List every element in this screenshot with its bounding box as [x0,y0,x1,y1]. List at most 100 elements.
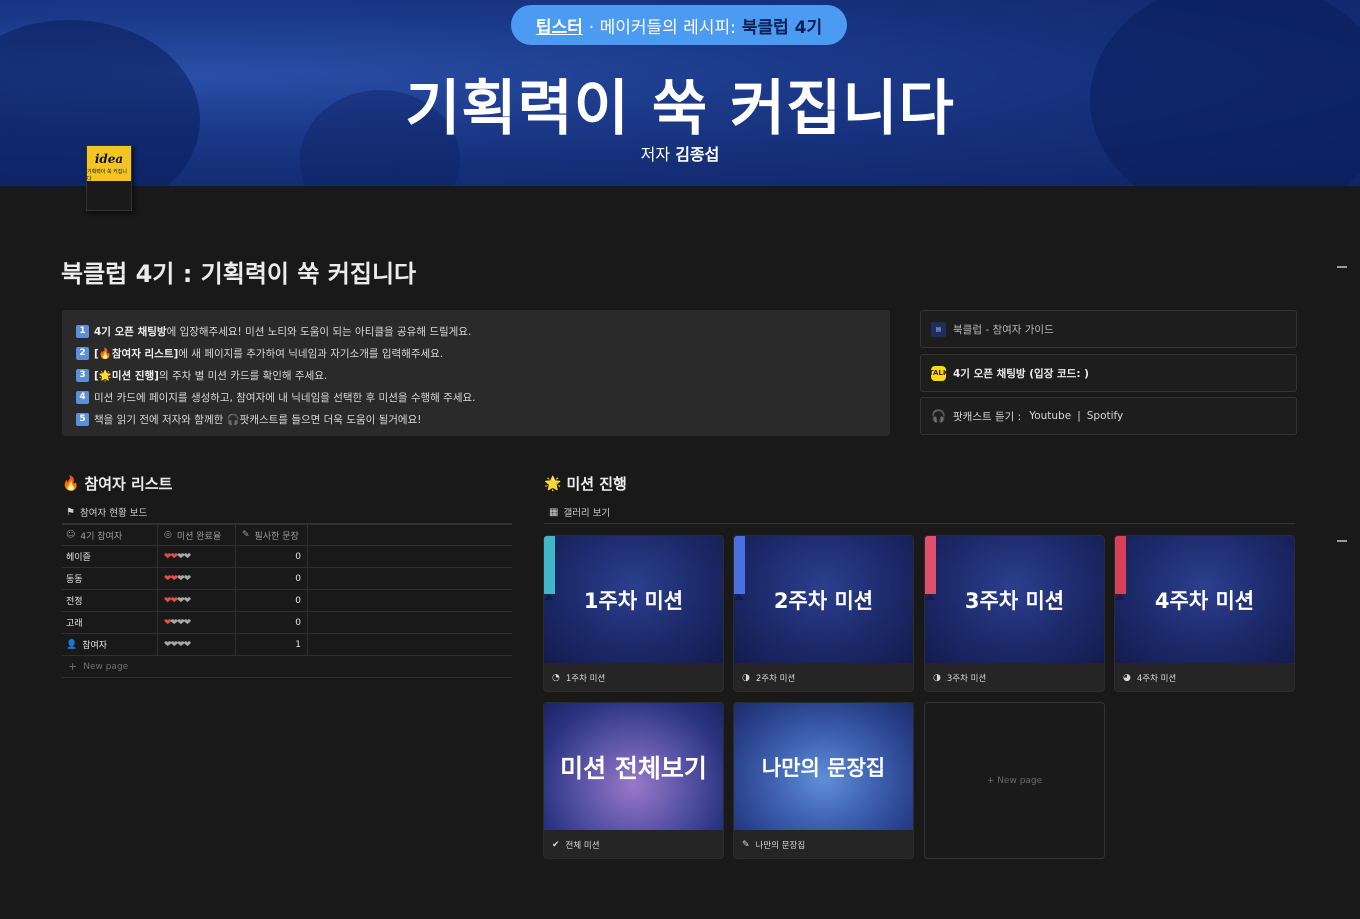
podcast-row: 🎧 팟캐스트 듣기 : Youtube | Spotify [920,397,1297,435]
new-page-card[interactable]: + New page [924,702,1105,859]
youtube-link[interactable]: Youtube [1029,410,1071,422]
card-cover: 나만의 문장집 [734,703,913,830]
star-icon: 🌟 [544,475,562,492]
table-row[interactable]: 동동 ❤❤ ❤❤ 0 [62,568,512,590]
mission-card-all[interactable]: 미션 전체보기 ✔ 전체 미션 [543,702,724,859]
sentence-count: 0 [236,590,308,611]
table-row[interactable]: 고래 ❤ ❤❤❤ 0 [62,612,512,634]
guide-link[interactable]: ▤ 북클럽 - 참여자 가이드 [920,310,1297,348]
table-row[interactable]: 전정 ❤❤ ❤❤ 0 [62,590,512,612]
author-label: 저자 [640,145,671,164]
card-cover: 3주차 미션 [925,536,1104,663]
outline-toggle-icon-2[interactable] [1337,540,1347,542]
tipster-logo-icon: ▤ [931,321,946,337]
card-cover: 2주차 미션 [734,536,913,663]
instruction-text: 에 입장해주세요! 미션 노티와 도움이 되는 아티클을 공유해 드릴게요. [166,325,472,338]
instruction-text: 책을 읽기 전에 저자와 함께한 🎧팟캐스트를 들으면 더욱 도움이 될거에요! [94,413,422,426]
missions-view-label: 갤러리 보기 [563,508,611,519]
instruction-text: 의 주차 별 미션 카드를 확인해 주세요. [158,369,328,382]
kakaotalk-icon: TALK [929,365,948,381]
participants-view-tab[interactable]: ⚑ 참여자 현황 보드 [66,505,148,520]
participant-name[interactable]: 고래 [62,612,158,633]
new-page-text: New page [997,775,1043,786]
participants-view-label: 참여자 현황 보드 [79,508,148,519]
sentence-count: 0 [236,568,308,589]
open-chat-label: 4기 오픈 채팅방 (입장 코드: ) [953,367,1089,380]
table-row[interactable]: 👤 참여자 ❤❤❤❤ 1 [62,634,512,656]
check-circle-icon: ✔ [552,840,560,850]
column-header-label: 미션 완료율 [176,531,222,542]
bookmark-ribbon-icon [544,536,555,600]
instruction-bold[interactable]: [🌟미션 진행] [94,368,159,383]
card-caption-label: 1주차 미션 [565,674,606,684]
instructions-callout: 1 4기 오픈 채팅방 에 입장해주세요! 미션 노티와 도움이 되는 아티클을… [62,310,890,436]
page-icon-book-cover[interactable]: idea 기획력이 쑥 커집니다 [86,145,132,211]
participants-table: ☺ 4기 참여자 ◎ 미션 완료율 ✎ 필사한 문장 헤이즐 ❤❤ ❤❤ 0 동동 ❤❤… [62,524,512,678]
card-caption: ◔ 1주차 미션 [544,663,723,691]
participants-heading-text: 참여자 리스트 [84,475,173,493]
instruction-text: 미션 카드에 페이지를 생성하고, 참여자에 내 닉네임을 선택한 후 미션을 … [94,391,476,404]
column-header-completion[interactable]: ◎ 미션 완료율 [158,525,236,545]
series-label: · 메이커들의 레시피: [588,17,736,38]
bookmark-ribbon-icon [925,536,936,600]
cover-banner: 팁스터 · 메이커들의 레시피: 북클럽 4기 기획력이 쑥 커집니다 저자 김… [0,0,1360,186]
column-header-label: 필사한 문장 [254,531,299,542]
instruction-item: 3 [🌟미션 진행] 의 주차 별 미션 카드를 확인해 주세요. [76,364,876,386]
flag-icon: ⚑ [66,506,75,518]
table-row[interactable]: 헤이즐 ❤❤ ❤❤ 0 [62,546,512,568]
heart-empty-icon: ❤❤ [177,595,191,606]
bookmark-ribbon-icon [734,536,745,600]
instruction-bold[interactable]: 4기 오픈 채팅방 [94,324,167,339]
card-caption-label: 2주차 미션 [755,674,796,684]
card-caption-label: 전체 미션 [565,841,600,851]
participant-name: 참여자 [82,641,108,651]
edition-label: 북클럽 4기 [741,17,823,38]
heart-filled-icon: ❤❤ [164,573,178,584]
podcast-separator: | [1077,410,1081,422]
person-icon: 👤 [66,639,78,650]
guide-link-label: 북클럽 - 참여자 가이드 [953,323,1054,336]
completion-hearts: ❤❤❤❤ [158,612,236,633]
sentence-count: 0 [236,612,308,633]
card-caption: ◕ 4주차 미션 [1115,663,1294,691]
participant-name[interactable]: 동동 [62,568,158,589]
heart-empty-icon: ❤❤ [177,573,191,584]
divider [544,523,1295,524]
sentence-collection-card[interactable]: 나만의 문장집 ✎ 나만의 문장집 [733,702,914,859]
outline-toggle-icon[interactable] [1337,266,1347,268]
keycap-3-icon: 3 [76,368,89,382]
new-page-row[interactable]: + New page [62,656,512,678]
sentence-count: 0 [236,546,308,567]
instruction-item: 2 [🔥참여자 리스트] 에 새 페이지를 추가하여 닉네임과 자기소개를 입력… [76,342,876,364]
card-caption: ◑ 3주차 미션 [925,663,1104,691]
progress-half-icon: ◑ [933,673,941,683]
card-caption-label: 3주차 미션 [946,674,987,684]
plus-icon: + [68,660,78,673]
participant-name-cell[interactable]: 👤 참여자 [62,634,158,655]
new-page-card-label: + New page [986,775,1043,786]
completion-hearts: ❤❤❤❤ [158,568,236,589]
instruction-item: 1 4기 오픈 채팅방 에 입장해주세요! 미션 노티와 도움이 되는 아티클을… [76,320,876,342]
column-header-sentences[interactable]: ✎ 필사한 문장 [236,525,308,545]
spotify-link[interactable]: Spotify [1087,410,1124,422]
mission-card-week1[interactable]: 1주차 미션 ◔ 1주차 미션 [543,535,724,692]
column-header-participant[interactable]: ☺ 4기 참여자 [62,525,158,545]
missions-heading-text: 미션 진행 [566,475,627,493]
participant-name[interactable]: 헤이즐 [62,546,158,567]
brand-label[interactable]: 팁스터 [536,13,583,38]
completion-hearts: ❤❤❤❤ [158,634,236,655]
missions-view-tab[interactable]: ▦ 갤러리 보기 [549,505,611,520]
card-cover: 미션 전체보기 [544,703,723,830]
mission-card-week2[interactable]: 2주차 미션 ◑ 2주차 미션 [733,535,914,692]
card-cover: 1주차 미션 [544,536,723,663]
mission-card-week3[interactable]: 3주차 미션 ◑ 3주차 미션 [924,535,1105,692]
mission-card-week4[interactable]: 4주차 미션 ◕ 4주차 미션 [1114,535,1295,692]
series-pill: 팁스터 · 메이커들의 레시피: 북클럽 4기 [511,5,847,45]
page-title[interactable]: 북클럽 4기 : 기획력이 쑥 커집니다 [61,254,416,289]
person-group-icon: ☺ [66,530,76,540]
card-caption: ✔ 전체 미션 [544,830,723,858]
open-chat-link[interactable]: TALK 4기 오픈 채팅방 (입장 코드: ) [920,354,1297,392]
participant-name[interactable]: 전정 [62,590,158,611]
instruction-bold[interactable]: [🔥참여자 리스트] [94,346,178,361]
heart-empty-icon: ❤❤ [177,551,191,562]
